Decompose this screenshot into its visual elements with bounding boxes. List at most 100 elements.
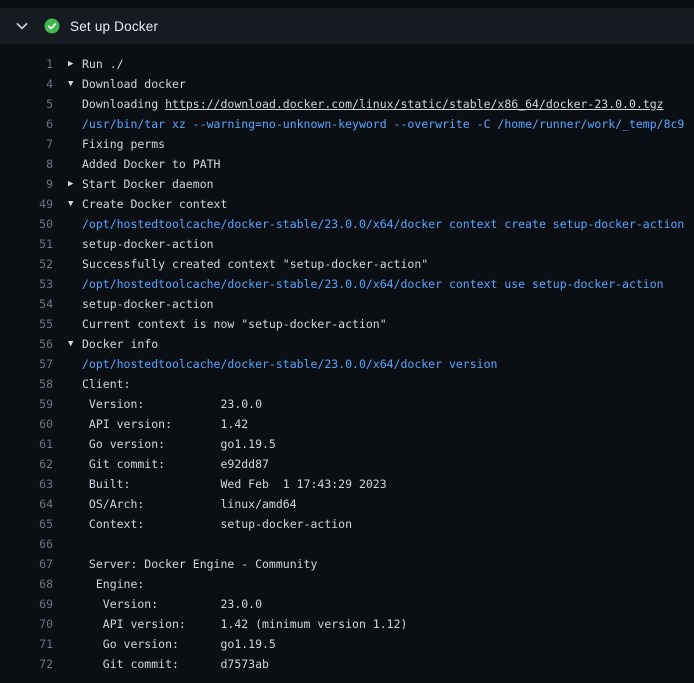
log-line: 65 Context: setup-docker-action bbox=[0, 514, 694, 534]
line-text: Download docker bbox=[82, 74, 186, 94]
group-toggle-icon bbox=[53, 634, 82, 654]
line-text: Go version: go1.19.5 bbox=[82, 634, 276, 654]
line-number[interactable]: 8 bbox=[0, 154, 53, 174]
line-number[interactable]: 5 bbox=[0, 94, 53, 114]
group-toggle-icon bbox=[53, 434, 82, 454]
line-text: /usr/bin/tar xz --warning=no-unknown-key… bbox=[82, 114, 684, 134]
log-line: 66 bbox=[0, 534, 694, 554]
group-toggle-icon bbox=[53, 94, 82, 114]
line-number[interactable]: 66 bbox=[0, 534, 53, 554]
line-text: Git commit: d7573ab bbox=[82, 654, 269, 674]
group-toggle-icon bbox=[53, 494, 82, 514]
group-toggle-icon bbox=[53, 414, 82, 434]
line-text: Engine: bbox=[82, 574, 144, 594]
log-line: 6 /usr/bin/tar xz --warning=no-unknown-k… bbox=[0, 114, 694, 134]
group-toggle-icon bbox=[53, 514, 82, 534]
line-text: Go version: go1.19.5 bbox=[82, 434, 276, 454]
group-toggle-icon bbox=[53, 374, 82, 394]
log-line: 59 Version: 23.0.0 bbox=[0, 394, 694, 414]
group-toggle-icon[interactable]: ▶ bbox=[53, 54, 82, 74]
group-toggle-icon[interactable]: ▼ bbox=[53, 334, 82, 354]
line-number[interactable]: 52 bbox=[0, 254, 53, 274]
line-number[interactable]: 6 bbox=[0, 114, 53, 134]
log-line: 54 setup-docker-action bbox=[0, 294, 694, 314]
line-number[interactable]: 60 bbox=[0, 414, 53, 434]
log-line: 61 Go version: go1.19.5 bbox=[0, 434, 694, 454]
line-number[interactable]: 71 bbox=[0, 634, 53, 654]
line-text: Version: 23.0.0 bbox=[82, 594, 262, 614]
line-text: Successfully created context "setup-dock… bbox=[82, 254, 428, 274]
line-number[interactable]: 68 bbox=[0, 574, 53, 594]
log-line: 53 /opt/hostedtoolcache/docker-stable/23… bbox=[0, 274, 694, 294]
line-number[interactable]: 61 bbox=[0, 434, 53, 454]
group-toggle-icon bbox=[53, 614, 82, 634]
group-toggle-icon bbox=[53, 474, 82, 494]
line-number[interactable]: 55 bbox=[0, 314, 53, 334]
group-toggle-icon[interactable]: ▼ bbox=[53, 74, 82, 94]
log-line: 49 ▼ Create Docker context bbox=[0, 194, 694, 214]
step-header[interactable]: Set up Docker bbox=[0, 8, 694, 44]
line-number[interactable]: 59 bbox=[0, 394, 53, 414]
log-line: 57 /opt/hostedtoolcache/docker-stable/23… bbox=[0, 354, 694, 374]
line-number[interactable]: 54 bbox=[0, 294, 53, 314]
group-toggle-icon bbox=[53, 574, 82, 594]
group-toggle-icon[interactable]: ▶ bbox=[53, 174, 82, 194]
log-line: 58 Client: bbox=[0, 374, 694, 394]
log-line: 8 Added Docker to PATH bbox=[0, 154, 694, 174]
line-number[interactable]: 49 bbox=[0, 194, 53, 214]
line-text: setup-docker-action bbox=[82, 234, 214, 254]
line-number[interactable]: 53 bbox=[0, 274, 53, 294]
line-text: Start Docker daemon bbox=[82, 174, 214, 194]
line-text: Docker info bbox=[82, 334, 158, 354]
group-toggle-icon bbox=[53, 254, 82, 274]
group-toggle-icon bbox=[53, 354, 82, 374]
log-line: 5 Downloading https://download.docker.co… bbox=[0, 94, 694, 114]
line-number[interactable]: 56 bbox=[0, 334, 53, 354]
line-text: Current context is now "setup-docker-act… bbox=[82, 314, 387, 334]
line-number[interactable]: 70 bbox=[0, 614, 53, 634]
line-text: Git commit: e92dd87 bbox=[82, 454, 269, 474]
line-number[interactable]: 51 bbox=[0, 234, 53, 254]
line-text: Downloading https://download.docker.com/… bbox=[82, 94, 664, 114]
log-link[interactable]: https://download.docker.com/linux/static… bbox=[165, 97, 664, 111]
log-line: 4 ▼ Download docker bbox=[0, 74, 694, 94]
line-text: API version: 1.42 (minimum version 1.12) bbox=[82, 614, 407, 634]
line-number[interactable]: 64 bbox=[0, 494, 53, 514]
line-number[interactable]: 72 bbox=[0, 654, 53, 674]
line-number[interactable]: 62 bbox=[0, 454, 53, 474]
group-toggle-icon bbox=[53, 274, 82, 294]
log-line: 1 ▶ Run ./ bbox=[0, 54, 694, 74]
log-line: 67 Server: Docker Engine - Community bbox=[0, 554, 694, 574]
line-number[interactable]: 9 bbox=[0, 174, 53, 194]
line-number[interactable]: 1 bbox=[0, 54, 53, 74]
line-text: API version: 1.42 bbox=[82, 414, 248, 434]
log-line: 51 setup-docker-action bbox=[0, 234, 694, 254]
line-number[interactable]: 69 bbox=[0, 594, 53, 614]
group-toggle-icon bbox=[53, 534, 82, 554]
line-text: /opt/hostedtoolcache/docker-stable/23.0.… bbox=[82, 214, 684, 234]
group-toggle-icon bbox=[53, 314, 82, 334]
line-number[interactable]: 67 bbox=[0, 554, 53, 574]
log-line: 63 Built: Wed Feb 1 17:43:29 2023 bbox=[0, 474, 694, 494]
line-number[interactable]: 7 bbox=[0, 134, 53, 154]
line-text: Create Docker context bbox=[82, 194, 227, 214]
line-text: Run ./ bbox=[82, 54, 124, 74]
line-number[interactable]: 58 bbox=[0, 374, 53, 394]
log-line: 55 Current context is now "setup-docker-… bbox=[0, 314, 694, 334]
group-toggle-icon bbox=[53, 454, 82, 474]
group-toggle-icon[interactable]: ▼ bbox=[53, 194, 82, 214]
success-check-icon bbox=[44, 18, 60, 34]
line-text: Server: Docker Engine - Community bbox=[82, 554, 317, 574]
chevron-down-icon[interactable] bbox=[14, 18, 30, 34]
line-number[interactable]: 57 bbox=[0, 354, 53, 374]
log-line: 62 Git commit: e92dd87 bbox=[0, 454, 694, 474]
line-number[interactable]: 65 bbox=[0, 514, 53, 534]
log-line: 52 Successfully created context "setup-d… bbox=[0, 254, 694, 274]
line-text: /opt/hostedtoolcache/docker-stable/23.0.… bbox=[82, 354, 497, 374]
line-text: Added Docker to PATH bbox=[82, 154, 220, 174]
group-toggle-icon bbox=[53, 394, 82, 414]
line-number[interactable]: 63 bbox=[0, 474, 53, 494]
line-number[interactable]: 4 bbox=[0, 74, 53, 94]
log-line: 68 Engine: bbox=[0, 574, 694, 594]
line-number[interactable]: 50 bbox=[0, 214, 53, 234]
